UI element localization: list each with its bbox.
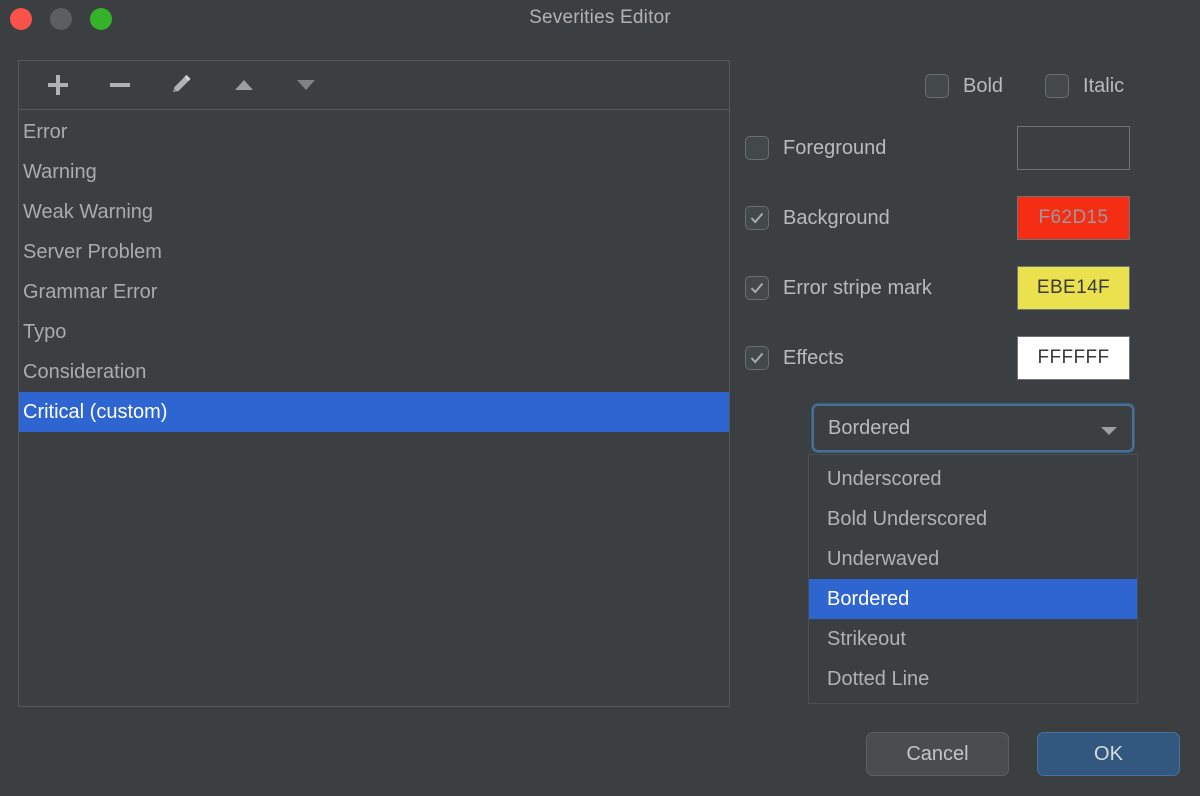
effect-type-select[interactable]: Bordered [812, 404, 1134, 452]
effect-type-options-popup[interactable]: Underscored Bold Underscored Underwaved … [808, 454, 1138, 704]
error-stripe-mark-row: Error stripe mark EBE14F [745, 266, 1185, 310]
option-item[interactable]: Underscored [809, 459, 1137, 499]
background-label: Background [783, 206, 890, 229]
title-bar: Severities Editor [0, 0, 1200, 44]
option-item[interactable]: Underwaved [809, 539, 1137, 579]
option-label: Strikeout [827, 627, 906, 650]
list-toolbar [19, 61, 729, 110]
chevron-down-icon[interactable] [1100, 423, 1118, 435]
error-stripe-mark-label: Error stripe mark [783, 276, 932, 299]
severity-list[interactable]: Error Warning Weak Warning Server Proble… [19, 110, 729, 706]
list-item-label: Grammar Error [23, 280, 158, 303]
font-style-row: Bold Italic [925, 74, 1124, 98]
list-item[interactable]: Typo [19, 312, 729, 352]
foreground-label: Foreground [783, 136, 887, 159]
list-item-label: Error [23, 120, 68, 143]
move-down-icon[interactable] [289, 68, 323, 102]
dialog-actions: Cancel OK [866, 732, 1180, 776]
bold-checkbox-row[interactable]: Bold [925, 74, 1003, 98]
background-checkbox[interactable] [745, 206, 769, 230]
option-label: Bordered [827, 587, 910, 610]
option-label: Underwaved [827, 547, 940, 570]
error-stripe-mark-color-swatch[interactable]: EBE14F [1017, 266, 1130, 310]
window-title: Severities Editor [529, 7, 671, 28]
foreground-color-swatch[interactable] [1017, 126, 1130, 170]
option-item[interactable]: Strikeout [809, 619, 1137, 659]
add-icon[interactable] [41, 68, 75, 102]
option-item[interactable]: Bold Underscored [809, 499, 1137, 539]
severity-list-panel: Error Warning Weak Warning Server Proble… [18, 60, 730, 707]
edit-icon[interactable] [165, 68, 199, 102]
background-row: Background F62D15 [745, 196, 1185, 240]
effects-checkbox[interactable] [745, 346, 769, 370]
option-label: Underscored [827, 467, 942, 490]
effect-type-select-wrap: Bordered [812, 404, 1134, 452]
italic-label: Italic [1083, 74, 1125, 97]
cancel-button[interactable]: Cancel [866, 732, 1009, 776]
list-item-label: Server Problem [23, 240, 162, 263]
option-item-selected[interactable]: Bordered [809, 579, 1137, 619]
list-item-label: Consideration [23, 360, 147, 383]
foreground-row: Foreground [745, 126, 1185, 170]
italic-checkbox-row[interactable]: Italic [1045, 74, 1124, 98]
italic-checkbox[interactable] [1045, 74, 1070, 98]
ok-button[interactable]: OK [1037, 732, 1180, 776]
list-item[interactable]: Warning [19, 152, 729, 192]
bold-label: Bold [963, 74, 1004, 97]
error-stripe-mark-checkbox[interactable] [745, 276, 769, 300]
remove-icon[interactable] [103, 68, 137, 102]
move-up-icon[interactable] [227, 68, 261, 102]
list-item[interactable]: Server Problem [19, 232, 729, 272]
severities-editor-window: Severities Editor Error Warning Weak War… [0, 0, 1200, 796]
list-item-label: Critical (custom) [23, 400, 168, 423]
list-item-selected[interactable]: Critical (custom) [19, 392, 729, 432]
list-item[interactable]: Error [19, 112, 729, 152]
foreground-checkbox[interactable] [745, 136, 769, 160]
effects-row: Effects FFFFFF [745, 336, 1185, 380]
bold-checkbox[interactable] [925, 74, 949, 98]
background-color-swatch[interactable]: F62D15 [1017, 196, 1130, 240]
list-item[interactable]: Weak Warning [19, 192, 729, 232]
list-item[interactable]: Grammar Error [19, 272, 729, 312]
effects-color-swatch[interactable]: FFFFFF [1017, 336, 1130, 380]
option-item[interactable]: Dotted Line [809, 659, 1137, 699]
effect-type-selected-value: Bordered [828, 416, 911, 439]
option-label: Bold Underscored [827, 507, 988, 530]
list-item-label: Warning [23, 160, 97, 183]
list-item[interactable]: Consideration [19, 352, 729, 392]
option-label: Dotted Line [827, 667, 930, 690]
list-item-label: Weak Warning [23, 200, 154, 223]
list-item-label: Typo [23, 320, 67, 343]
effects-label: Effects [783, 346, 844, 369]
